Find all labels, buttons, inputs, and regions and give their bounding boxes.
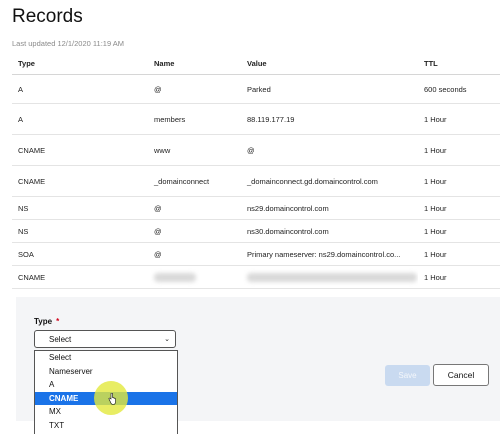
last-updated-text: Last updated 12/1/2020 11:19 AM xyxy=(12,39,125,48)
dns-records-table: Type Name Value TTL A @ Parked 600 secon… xyxy=(12,52,500,289)
record-ttl: 1 Hour xyxy=(418,196,500,220)
table-row[interactable]: NS @ ns29.domaincontrol.com 1 Hour xyxy=(12,196,500,220)
column-header-type[interactable]: Type xyxy=(12,52,148,75)
table-row[interactable]: CNAME 1 Hour xyxy=(12,265,500,289)
hand-cursor-icon xyxy=(108,393,116,405)
record-type: NS xyxy=(12,196,148,220)
dropdown-option-select[interactable]: Select xyxy=(35,351,177,365)
type-select-value: Select xyxy=(49,335,72,344)
record-name: @ xyxy=(148,219,241,243)
record-ttl: 600 seconds xyxy=(418,74,500,104)
redacted-value-blur xyxy=(247,272,417,282)
table-row[interactable]: NS @ ns30.domaincontrol.com 1 Hour xyxy=(12,219,500,243)
record-value: Primary nameserver: ns29.domaincontrol.c… xyxy=(241,242,418,266)
record-value: 88.119.177.19 xyxy=(241,103,418,135)
record-value: ns30.domaincontrol.com xyxy=(241,219,418,243)
record-type: SOA xyxy=(12,242,148,266)
column-header-ttl[interactable]: TTL xyxy=(418,52,500,75)
record-name: members xyxy=(148,103,241,135)
redacted-name-blur xyxy=(154,272,196,282)
type-label-text: Type xyxy=(34,317,53,326)
type-select[interactable]: Select ⌄ xyxy=(34,330,176,348)
record-ttl: 1 Hour xyxy=(418,134,500,166)
record-name: @ xyxy=(148,196,241,220)
table-header-row: Type Name Value TTL xyxy=(12,52,500,75)
table-row[interactable]: CNAME _domainconnect _domainconnect.gd.d… xyxy=(12,165,500,197)
record-name xyxy=(148,265,241,289)
record-name: www xyxy=(148,134,241,166)
record-value: _domainconnect.gd.domaincontrol.com xyxy=(241,165,418,197)
record-type: CNAME xyxy=(12,134,148,166)
record-name: @ xyxy=(148,242,241,266)
record-ttl: 1 Hour xyxy=(418,103,500,135)
dropdown-option-nameserver[interactable]: Nameserver xyxy=(35,365,177,379)
record-type: NS xyxy=(12,219,148,243)
record-type: A xyxy=(12,103,148,135)
record-ttl: 1 Hour xyxy=(418,242,500,266)
record-value: Parked xyxy=(241,74,418,104)
cancel-button[interactable]: Cancel xyxy=(433,364,489,386)
record-ttl: 1 Hour xyxy=(418,165,500,197)
chevron-down-icon: ⌄ xyxy=(164,336,170,343)
required-asterisk: * xyxy=(56,317,60,326)
record-value: @ xyxy=(241,134,418,166)
table-row[interactable]: CNAME www @ 1 Hour xyxy=(12,134,500,166)
table-row[interactable]: A members 88.119.177.19 1 Hour xyxy=(12,103,500,135)
record-name: _domainconnect xyxy=(148,165,241,197)
record-type: CNAME xyxy=(12,265,148,289)
record-name: @ xyxy=(148,74,241,104)
column-header-value[interactable]: Value xyxy=(241,52,418,75)
record-ttl: 1 Hour xyxy=(418,265,500,289)
record-value: ns29.domaincontrol.com xyxy=(241,196,418,220)
page-title: Records xyxy=(12,6,83,27)
record-type: CNAME xyxy=(12,165,148,197)
record-ttl: 1 Hour xyxy=(418,219,500,243)
save-button[interactable]: Save xyxy=(385,365,430,386)
dropdown-option-txt[interactable]: TXT xyxy=(35,419,177,433)
table-row[interactable]: SOA @ Primary nameserver: ns29.domaincon… xyxy=(12,242,500,266)
record-type: A xyxy=(12,74,148,104)
record-value xyxy=(241,265,418,289)
type-field-label: Type * xyxy=(34,317,59,326)
table-row[interactable]: A @ Parked 600 seconds xyxy=(12,74,500,104)
column-header-name[interactable]: Name xyxy=(148,52,241,75)
